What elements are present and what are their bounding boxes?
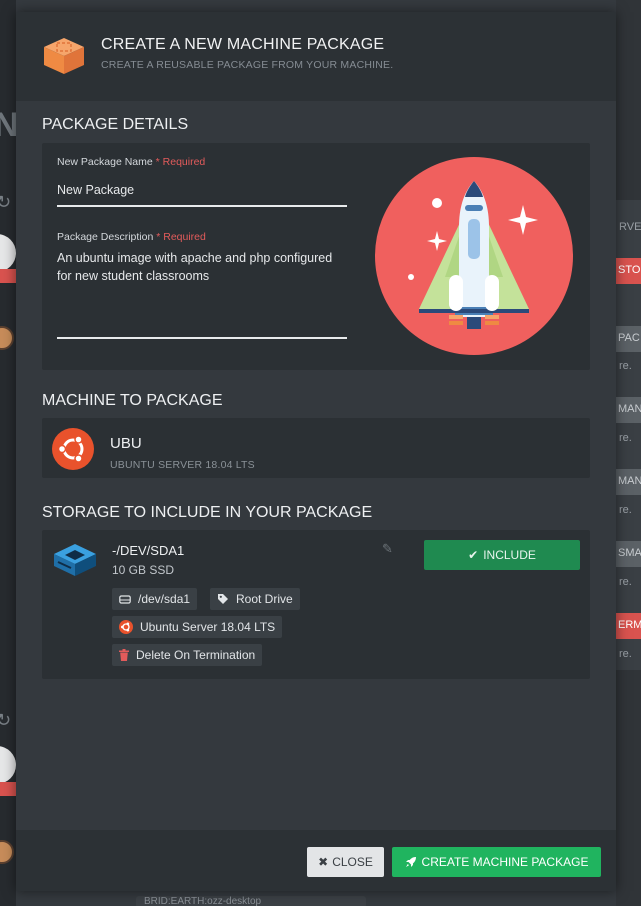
package-description-label-text: Package Description bbox=[57, 231, 154, 243]
root-drive-tag-chip: Root Drive bbox=[210, 588, 300, 610]
tag-chip-label: Root Drive bbox=[236, 592, 293, 606]
package-details-card: New Package Name * Required New Package … bbox=[42, 143, 590, 370]
modal-header: CREATE A NEW MACHINE PACKAGE CREATE A RE… bbox=[16, 12, 616, 101]
delete-on-termination-chip: Delete On Termination bbox=[112, 644, 263, 666]
background-text: re. bbox=[619, 360, 632, 372]
background-text: re. bbox=[619, 432, 632, 444]
close-button-label: CLOSE bbox=[332, 855, 373, 869]
machine-name: UBU bbox=[110, 435, 142, 452]
background-chip: BRID:EARTH:ozz-desktop bbox=[136, 896, 366, 906]
package-name-label-text: New Package Name bbox=[57, 156, 153, 168]
machine-section-heading: MACHINE TO PACKAGE bbox=[42, 392, 223, 409]
refresh-icon: ↻ bbox=[0, 710, 12, 730]
hard-drive-icon bbox=[119, 595, 131, 604]
close-icon: ✖ bbox=[318, 855, 329, 869]
create-package-modal: CREATE A NEW MACHINE PACKAGE CREATE A RE… bbox=[16, 12, 616, 891]
include-button-label: INCLUDE bbox=[483, 548, 536, 562]
package-name-label: New Package Name * Required bbox=[57, 156, 205, 168]
ubuntu-logo-icon bbox=[119, 620, 133, 634]
tag-icon bbox=[218, 594, 228, 604]
modal-title: CREATE A NEW MACHINE PACKAGE bbox=[101, 36, 385, 53]
background-text: re. bbox=[619, 504, 632, 516]
package-description-label: Package Description * Required bbox=[57, 231, 206, 243]
background-tag: MAN bbox=[616, 397, 641, 423]
machine-card: UBU UBUNTU SERVER 18.04 LTS bbox=[42, 418, 590, 478]
required-marker: * Required bbox=[156, 231, 206, 243]
background-tag: PAC bbox=[616, 326, 641, 352]
package-box-icon bbox=[44, 38, 84, 74]
package-description-textarea[interactable]: An ubuntu image with apache and php conf… bbox=[57, 249, 347, 335]
pencil-edit-icon[interactable]: ✎ bbox=[382, 541, 393, 557]
background-status-bar bbox=[0, 269, 16, 283]
rocket-icon bbox=[405, 857, 416, 867]
modal-subtitle: CREATE A REUSABLE PACKAGE FROM YOUR MACH… bbox=[101, 59, 394, 71]
os-chip: Ubuntu Server 18.04 LTS bbox=[112, 616, 283, 638]
package-name-underline bbox=[57, 205, 347, 207]
background-tag: SMA bbox=[616, 541, 641, 567]
close-button[interactable]: ✖ CLOSE bbox=[307, 847, 384, 877]
modal-footer: ✖ CLOSE CREATE MACHINE PACKAGE bbox=[16, 830, 616, 891]
device-chip-label: /dev/sda1 bbox=[138, 592, 191, 606]
storage-name: -/DEV/SDA1 bbox=[112, 543, 185, 558]
background-tag: MAN bbox=[616, 469, 641, 495]
storage-section-heading: STORAGE TO INCLUDE IN YOUR PACKAGE bbox=[42, 504, 373, 521]
include-button[interactable]: ✔ INCLUDE bbox=[424, 540, 580, 570]
background-tag: STO bbox=[616, 258, 641, 284]
create-button-label: CREATE MACHINE PACKAGE bbox=[421, 855, 589, 869]
package-details-heading: PACKAGE DETAILS bbox=[42, 116, 189, 133]
background-text: re. bbox=[619, 576, 632, 588]
delete-chip-label: Delete On Termination bbox=[136, 648, 256, 662]
device-chip: /dev/sda1 bbox=[112, 588, 198, 610]
os-chip-label: Ubuntu Server 18.04 LTS bbox=[140, 620, 276, 634]
trash-icon bbox=[119, 649, 129, 661]
refresh-icon: ↻ bbox=[0, 192, 12, 212]
machine-os: UBUNTU SERVER 18.04 LTS bbox=[110, 459, 255, 471]
background-status-bar bbox=[0, 782, 16, 796]
required-marker: * Required bbox=[155, 156, 206, 168]
ubuntu-logo-icon bbox=[52, 428, 94, 470]
background-text: RVER bbox=[619, 221, 641, 233]
disk-drive-icon bbox=[54, 544, 96, 576]
create-machine-package-button[interactable]: CREATE MACHINE PACKAGE bbox=[392, 847, 601, 877]
storage-card: -/DEV/SDA1 10 GB SSD ✎ ✔ INCLUDE /dev/sd… bbox=[42, 530, 590, 679]
background-tag: ERM bbox=[616, 613, 641, 639]
package-name-input[interactable]: New Package bbox=[57, 181, 347, 199]
storage-size: 10 GB SSD bbox=[112, 563, 175, 577]
checkmark-icon: ✔ bbox=[468, 548, 479, 562]
rocket-illustration bbox=[375, 157, 573, 355]
background-text: re. bbox=[619, 648, 632, 660]
package-description-underline bbox=[57, 337, 347, 339]
